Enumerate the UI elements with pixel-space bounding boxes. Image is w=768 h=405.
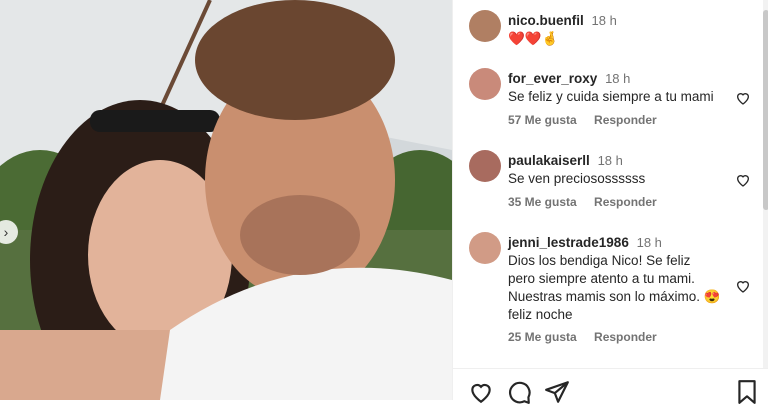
- post-time: 18 h: [591, 13, 617, 28]
- reply-button[interactable]: Responder: [594, 195, 657, 209]
- post-actions-bar: [452, 368, 768, 404]
- comment-text: Dios los bendiga Nico! Se feliz pero sie…: [508, 253, 721, 322]
- avatar[interactable]: [469, 150, 501, 182]
- comment-text: Se ven preciosossssss: [508, 171, 646, 186]
- comment-time: 18 h: [636, 235, 662, 250]
- comment-likes[interactable]: 57 Me gusta: [508, 113, 577, 127]
- author-username[interactable]: nico.buenfil: [508, 13, 584, 28]
- caption-text: ❤️❤️🤞: [508, 31, 559, 46]
- comment-likes[interactable]: 35 Me gusta: [508, 195, 577, 209]
- avatar[interactable]: [469, 68, 501, 100]
- comment-likes[interactable]: 25 Me gusta: [508, 330, 577, 344]
- reply-button[interactable]: Responder: [594, 113, 657, 127]
- comments-panel: nico.buenfil 18 h ❤️❤️🤞 for_ever_roxy 18…: [452, 0, 768, 400]
- post-photo[interactable]: ›: [0, 0, 452, 400]
- couple-selfie-image: [0, 0, 452, 400]
- avatar[interactable]: [469, 232, 501, 264]
- heart-icon[interactable]: [735, 90, 751, 106]
- comment-username[interactable]: jenni_lestrade1986: [508, 235, 629, 250]
- heart-icon[interactable]: [735, 172, 751, 188]
- comment-username[interactable]: for_ever_roxy: [508, 71, 597, 86]
- avatar[interactable]: [469, 10, 501, 42]
- comment-item: paulakaiserll 18 h Se ven preciosossssss…: [469, 150, 751, 212]
- comment-item: jenni_lestrade1986 18 h Dios los bendiga…: [469, 232, 751, 352]
- reply-button[interactable]: Responder: [594, 330, 657, 344]
- comment-item: for_ever_roxy 18 h Se feliz y cuida siem…: [469, 68, 751, 130]
- bookmark-icon[interactable]: [734, 379, 760, 405]
- heart-icon[interactable]: [735, 278, 751, 294]
- post-caption: nico.buenfil 18 h ❤️❤️🤞: [469, 10, 751, 46]
- comment-username[interactable]: paulakaiserll: [508, 153, 590, 168]
- comments-scrollbar[interactable]: [763, 0, 768, 368]
- comment-time: 18 h: [597, 153, 623, 168]
- comment-time: 18 h: [605, 71, 631, 86]
- comment-text: Se feliz y cuida siempre a tu mami: [508, 89, 714, 104]
- share-icon[interactable]: [544, 379, 570, 405]
- comment-icon[interactable]: [506, 379, 532, 405]
- heart-icon[interactable]: [468, 379, 494, 405]
- scrollbar-thumb[interactable]: [763, 10, 768, 210]
